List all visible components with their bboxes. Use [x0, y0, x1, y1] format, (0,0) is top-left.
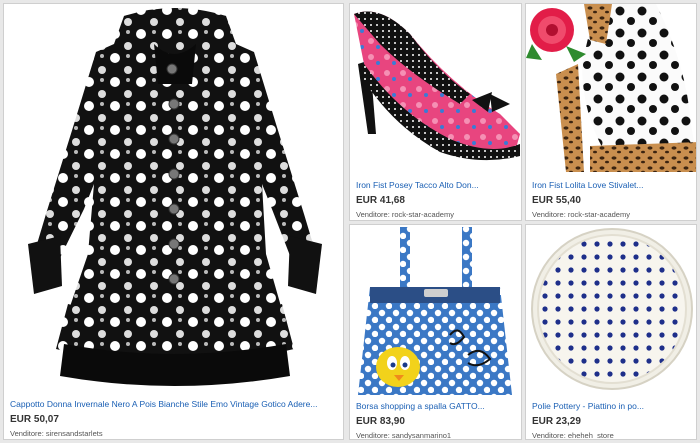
seller-name[interactable]: eheheh_store	[568, 431, 614, 439]
listing-price: EUR 55,40	[532, 195, 581, 206]
listing-card[interactable]: Polie Pottery - Piattino in po... EUR 23…	[525, 224, 697, 440]
listing-title-link[interactable]: Iron Fist Lolita Love Stivalet...	[532, 180, 692, 191]
listing-card[interactable]: Cappotto Donna Invernale Nero A Pois Bia…	[3, 3, 344, 440]
listing-seller: Venditore: sirensandstarlets	[10, 429, 339, 439]
listing-card[interactable]: Iron Fist Posey Tacco Alto Don... EUR 41…	[349, 3, 522, 221]
seller-label: Venditore:	[356, 431, 390, 440]
listing-price: EUR 50,07	[10, 414, 59, 425]
listing-price: EUR 41,68	[356, 195, 405, 206]
listing-image[interactable]	[4, 4, 343, 391]
listing-image[interactable]	[526, 225, 696, 395]
listing-title-link[interactable]: Cappotto Donna Invernale Nero A Pois Bia…	[10, 399, 339, 410]
seller-name[interactable]: rock-star-academy	[392, 210, 454, 219]
listing-seller: Venditore: eheheh_store	[532, 431, 692, 440]
seller-name[interactable]: sirensandstarlets	[46, 429, 103, 438]
listing-seller: Venditore: rock-star-academy	[532, 210, 692, 220]
listing-title-link[interactable]: Polie Pottery - Piattino in po...	[532, 401, 692, 412]
listing-image[interactable]	[350, 4, 521, 174]
listing-title-link[interactable]: Iron Fist Posey Tacco Alto Don...	[356, 180, 517, 191]
listing-image[interactable]	[350, 225, 521, 395]
listing-title-link[interactable]: Borsa shopping a spalla GATTO...	[356, 401, 517, 412]
listing-card[interactable]: Iron Fist Lolita Love Stivalet... EUR 55…	[525, 3, 697, 221]
listing-card[interactable]: Borsa shopping a spalla GATTO... EUR 83,…	[349, 224, 522, 440]
listing-seller: Venditore: sandysanmarino1	[356, 431, 517, 440]
seller-label: Venditore:	[356, 210, 390, 219]
listing-price: EUR 83,90	[356, 416, 405, 427]
seller-label: Venditore:	[532, 210, 566, 219]
listing-price: EUR 23,29	[532, 416, 581, 427]
seller-name[interactable]: rock-star-academy	[568, 210, 630, 219]
listing-image[interactable]	[526, 4, 696, 174]
seller-label: Venditore:	[532, 431, 566, 440]
listing-seller: Venditore: rock-star-academy	[356, 210, 517, 220]
seller-name[interactable]: sandysanmarino1	[392, 431, 451, 439]
seller-label: Venditore:	[10, 429, 44, 438]
